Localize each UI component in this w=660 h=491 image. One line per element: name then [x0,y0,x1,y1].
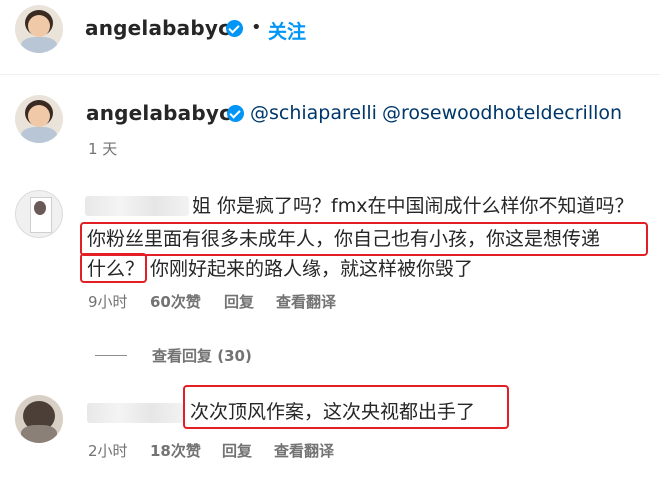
blurred-username [87,403,183,423]
verified-badge-icon [227,105,244,122]
comment-avatar[interactable] [15,190,63,238]
header-divider [0,74,660,75]
blurred-username [85,196,189,216]
header-username[interactable]: angelababyct [85,16,240,40]
like-count[interactable]: 18次赞 [150,440,201,461]
verified-badge-icon [226,20,243,37]
translate-button[interactable]: 查看翻译 [276,291,336,312]
header-separator: • [251,17,262,38]
follow-button[interactable]: 关注 [268,17,306,44]
caption-username[interactable]: angelababyct [86,101,241,125]
mention-schiaparelli[interactable]: @schiaparelli [250,102,377,124]
header-avatar[interactable] [15,5,63,53]
highlight-box [80,253,147,283]
caption-avatar[interactable] [15,95,63,143]
comment-time: 2小时 [88,442,128,460]
mention-rosewood[interactable]: @rosewoodhoteldecrillon [382,102,622,124]
highlight-box [183,385,509,429]
comment-avatar[interactable] [15,395,63,443]
comment-text-line: 你刚好起来的路人缘，就这样被你毁了 [150,258,474,280]
comment-time: 9小时 [88,293,128,311]
replies-divider-line [95,355,127,356]
caption-time: 1 天 [88,140,118,158]
like-count[interactable]: 60次赞 [150,291,201,312]
reply-button[interactable]: 回复 [224,291,254,312]
translate-button[interactable]: 查看翻译 [274,440,334,461]
comment-text-line: 姐 你是疯了吗？fmx在中国闹成什么样你不知道吗？ [192,195,634,217]
reply-button[interactable]: 回复 [222,440,252,461]
view-replies-button[interactable]: 查看回复 (30) [152,345,252,366]
highlight-box [80,222,648,256]
